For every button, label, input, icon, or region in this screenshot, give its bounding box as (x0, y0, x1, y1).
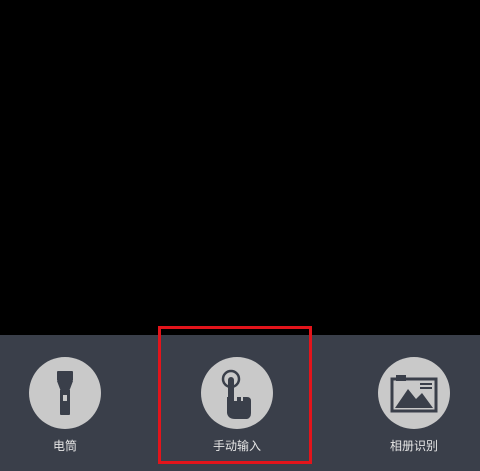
hand-tap-icon (201, 357, 273, 429)
flashlight-button[interactable]: 电筒 (0, 335, 135, 471)
flashlight-icon (29, 357, 101, 429)
scanner-screen: 电筒 手动输入 相册识别 (0, 0, 480, 471)
flashlight-label: 电筒 (52, 439, 77, 453)
photo-album-icon (378, 357, 450, 429)
bottom-toolbar: 电筒 手动输入 相册识别 (0, 335, 480, 471)
manual-input-button[interactable]: 手动输入 (167, 335, 307, 471)
album-recognition-label: 相册识别 (389, 439, 438, 453)
album-recognition-button[interactable]: 相册识别 (344, 335, 480, 471)
manual-input-label: 手动输入 (212, 439, 261, 453)
camera-viewfinder (0, 0, 480, 335)
